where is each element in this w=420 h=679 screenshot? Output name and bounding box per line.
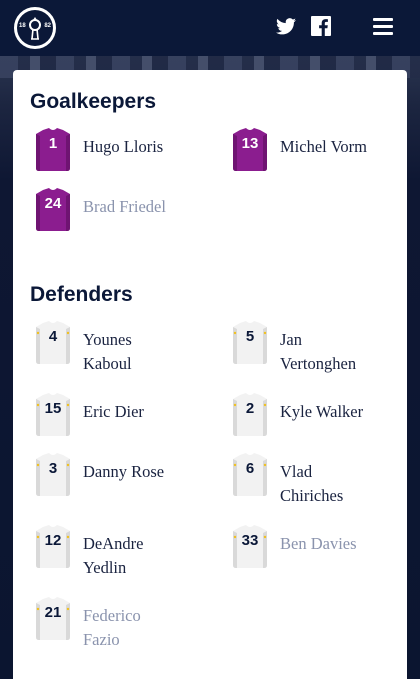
menu-bar (373, 31, 393, 35)
player-name: Vlad Chiriches (280, 462, 344, 505)
player-name: Younes Kaboul (83, 330, 132, 373)
goalkeeper-shirt-icon: 1 (33, 128, 73, 172)
section-title-goalkeepers: Goalkeepers (30, 90, 157, 113)
player-name: Brad Friedel (83, 197, 166, 216)
player-name: DeAndre Yedlin (83, 534, 144, 577)
crest-year-left: 18 (19, 23, 26, 29)
hamburger-menu-icon[interactable] (372, 15, 394, 37)
twitter-icon[interactable] (275, 15, 297, 37)
outfield-shirt-icon: 5 (230, 321, 270, 365)
player-name: Danny Rose (83, 462, 165, 481)
player-card[interactable]: 24 Brad Friedel (33, 188, 213, 248)
top-navigation-bar: 18 82 (0, 0, 420, 56)
shirt-number: 6 (245, 460, 255, 477)
player-name: Ben Davies (280, 534, 357, 553)
shirt-number: 5 (245, 328, 255, 345)
player-card[interactable]: 6 Vlad Chiriches (230, 453, 410, 513)
outfield-shirt-icon: 15 (33, 393, 73, 437)
squad-card: Goalkeepers 1 Hugo Lloris 13 Michel Vorm… (13, 70, 407, 679)
crest-year-right: 82 (44, 23, 51, 29)
player-card[interactable]: 33 Ben Davies (230, 525, 410, 585)
outfield-shirt-icon: 12 (33, 525, 73, 569)
shirt-number: 2 (245, 400, 255, 417)
shirt-number: 3 (48, 460, 58, 477)
facebook-icon[interactable] (311, 15, 331, 37)
player-card[interactable]: 4 Younes Kaboul (33, 321, 213, 381)
player-name: Federico Fazio (83, 606, 141, 649)
section-title-defenders: Defenders (30, 283, 133, 306)
outfield-shirt-icon: 33 (230, 525, 270, 569)
shirt-number: 13 (241, 135, 259, 152)
player-card[interactable]: 12 DeAndre Yedlin (33, 525, 213, 585)
player-card[interactable]: 3 Danny Rose (33, 453, 213, 513)
player-name: Eric Dier (83, 402, 144, 421)
shirt-number: 1 (48, 135, 58, 152)
crest-inner: 18 82 (17, 10, 53, 46)
goalkeeper-shirt-icon: 13 (230, 128, 270, 172)
player-card[interactable]: 1 Hugo Lloris (33, 128, 213, 188)
outfield-shirt-icon: 21 (33, 597, 73, 641)
player-card[interactable]: 13 Michel Vorm (230, 128, 410, 188)
player-card[interactable]: 2 Kyle Walker (230, 393, 410, 453)
player-name: Jan Vertonghen (280, 330, 357, 373)
player-card[interactable]: 21 Federico Fazio (33, 597, 213, 657)
shirt-number: 12 (44, 532, 62, 549)
outfield-shirt-icon: 4 (33, 321, 73, 365)
goalkeeper-shirt-icon: 24 (33, 188, 73, 232)
outfield-shirt-icon: 6 (230, 453, 270, 497)
menu-bar (373, 17, 393, 21)
shirt-number: 15 (44, 400, 62, 417)
club-crest-logo[interactable]: 18 82 (14, 7, 56, 49)
menu-bar (373, 24, 393, 28)
player-name: Hugo Lloris (83, 137, 164, 156)
player-card[interactable]: 5 Jan Vertonghen (230, 321, 410, 381)
player-name: Kyle Walker (280, 402, 364, 421)
shirt-number: 4 (48, 328, 58, 345)
outfield-shirt-icon: 3 (33, 453, 73, 497)
shirt-number: 24 (44, 195, 62, 212)
shirt-number: 21 (44, 604, 62, 621)
outfield-shirt-icon: 2 (230, 393, 270, 437)
player-name: Michel Vorm (280, 137, 367, 156)
cockerel-icon (29, 17, 41, 40)
player-card[interactable]: 15 Eric Dier (33, 393, 213, 453)
shirt-number: 33 (241, 532, 259, 549)
